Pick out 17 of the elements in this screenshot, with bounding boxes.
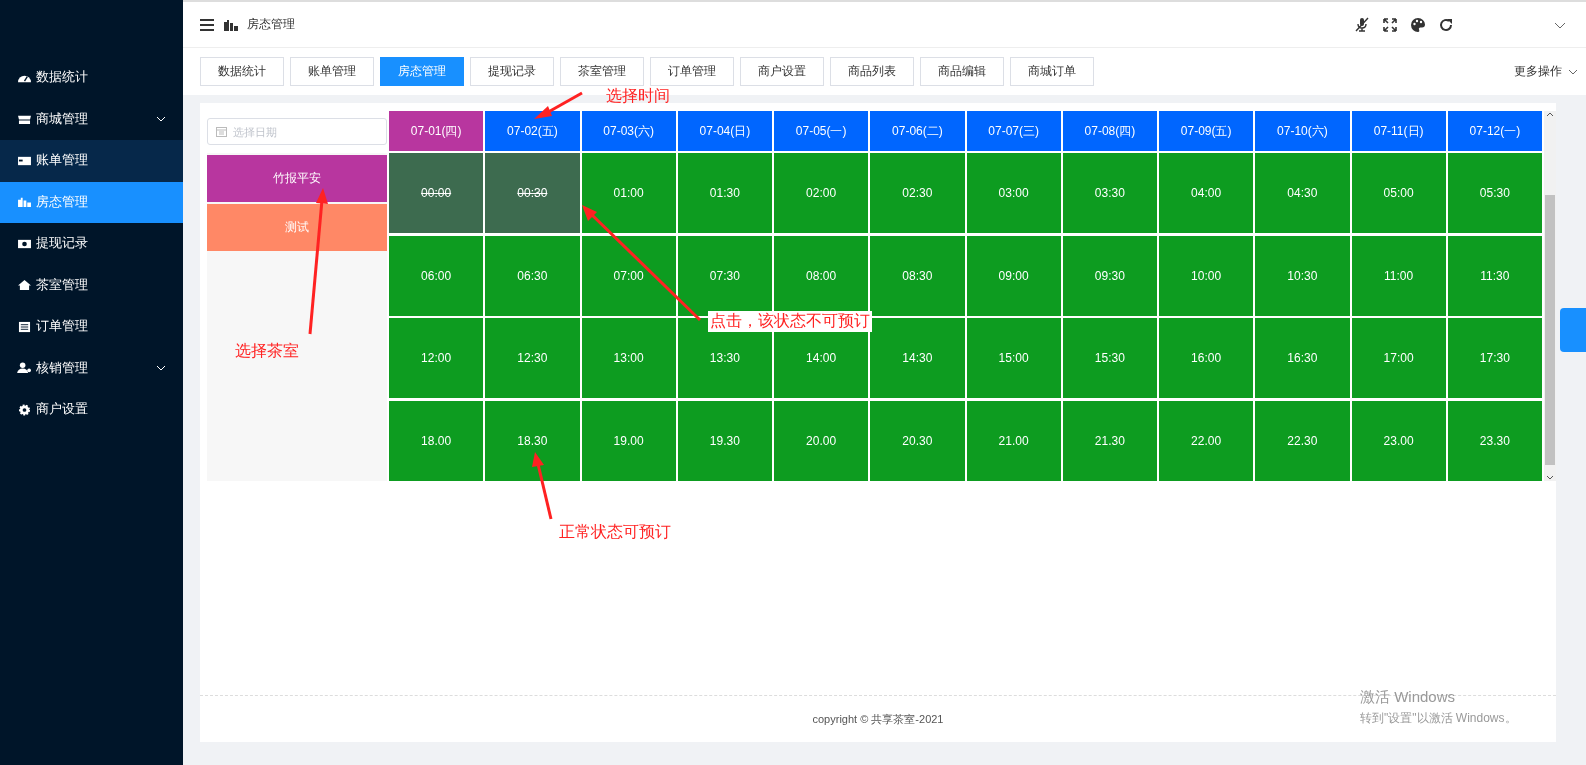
annotation-label: 选择茶室 (234, 341, 300, 361)
sidebar-label: 账单管理 (36, 152, 89, 170)
sidebar-label: 商城管理 (36, 110, 89, 128)
sidebar-label: 核销管理 (36, 359, 89, 377)
annotation-label: 正常状态可预订 (558, 522, 672, 542)
sidebar-label: 订单管理 (36, 318, 89, 336)
sidebar-label: 茶室管理 (36, 276, 89, 294)
sidebar-label: 房态管理 (36, 193, 89, 211)
annotation-tooltip: 点击，该状态不可预订 (708, 311, 872, 332)
activation-text: 转到"设置"以激活 Windows。 (1360, 710, 1517, 727)
sidebar-label: 数据统计 (36, 69, 89, 87)
sidebar-label: 商户设置 (36, 401, 89, 419)
sidebar-label: 提现记录 (36, 235, 89, 253)
activation-title: 激活 Windows (1360, 688, 1456, 707)
copyright-text: copyright © 共享茶室-2021 (812, 711, 944, 727)
breadcrumb: 房态管理 (247, 16, 295, 33)
annotation-label: 选择时间 (605, 86, 671, 106)
